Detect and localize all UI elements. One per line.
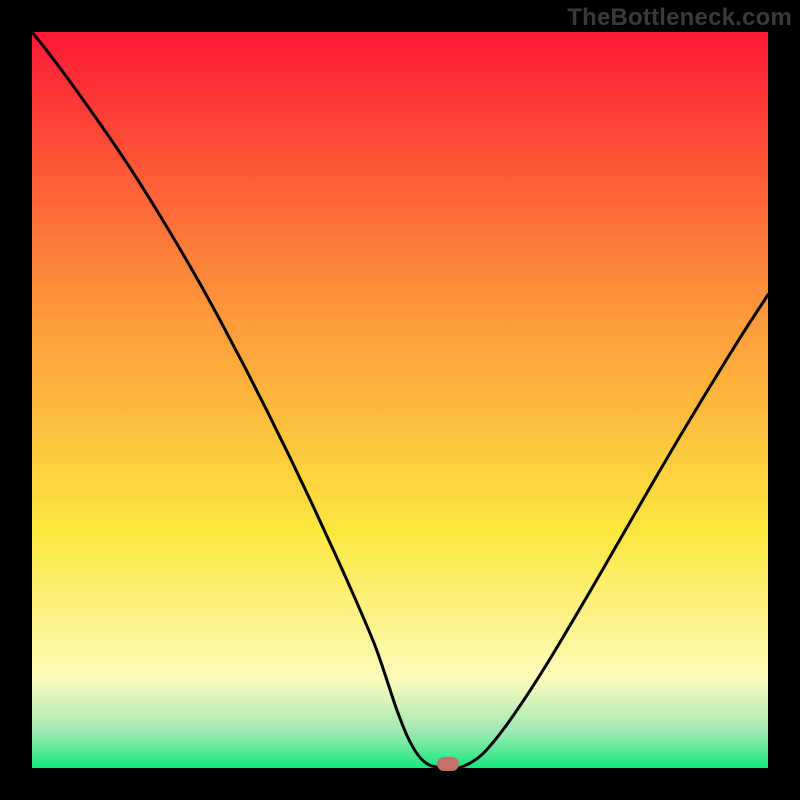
plot-area <box>32 32 768 768</box>
watermark-text: TheBottleneck.com <box>567 4 792 32</box>
bottleneck-plot-svg <box>32 32 768 768</box>
chart-stage: TheBottleneck.com <box>0 0 800 800</box>
optimal-point-marker <box>437 757 459 771</box>
gradient-background <box>32 32 768 768</box>
